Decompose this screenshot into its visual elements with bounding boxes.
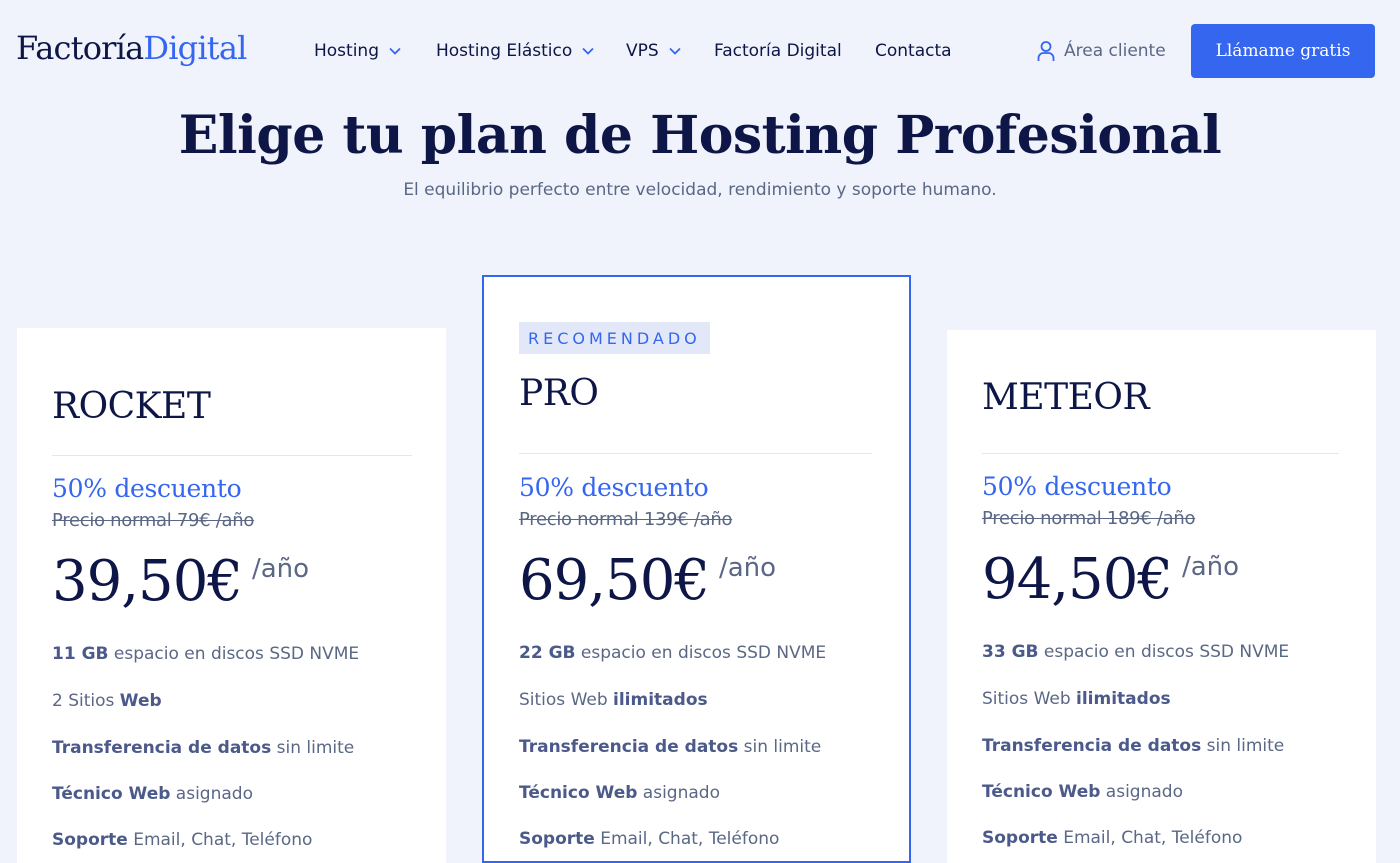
feature-bold: 33 GB: [982, 642, 1039, 662]
nav-item-contacta[interactable]: Contacta: [875, 38, 952, 64]
feature-tecnico: Técnico Web asignado: [519, 781, 720, 805]
logo-part-2: Digital: [143, 29, 247, 67]
feature-soporte: Soporte Email, Chat, Teléfono: [52, 828, 312, 852]
plan-price: 39,50€: [52, 549, 243, 614]
discount-label: 50% descuento: [519, 473, 709, 502]
feature-text: 2 Sitios: [52, 691, 120, 711]
feature-text: espacio en discos SSD NVME: [108, 644, 360, 664]
nav-item-hosting[interactable]: Hosting: [314, 38, 402, 64]
feature-text: espacio en discos SSD NVME: [1038, 642, 1290, 662]
feature-bold: ilimitados: [1076, 689, 1171, 709]
feature-bold: Transferencia de datos: [52, 738, 272, 758]
feature-bold: Técnico Web: [519, 783, 638, 803]
feature-bold: Técnico Web: [52, 784, 171, 804]
feature-text: espacio en discos SSD NVME: [575, 643, 827, 663]
feature-bold: Técnico Web: [982, 782, 1101, 802]
feature-tecnico: Técnico Web asignado: [982, 780, 1183, 804]
feature-bold: Soporte: [982, 828, 1058, 848]
divider: [519, 453, 872, 454]
discount-label: 50% descuento: [982, 472, 1172, 501]
feature-text: Email, Chat, Teléfono: [1057, 828, 1243, 848]
nav-item-factoria-digital[interactable]: Factoría Digital: [714, 38, 842, 64]
nav-item-label: Hosting: [314, 41, 379, 61]
plan-name: PRO: [519, 373, 599, 414]
plan-price: 69,50€: [519, 548, 710, 613]
feature-text: Sitios Web: [519, 690, 614, 710]
feature-text: Email, Chat, Teléfono: [127, 830, 313, 850]
logo[interactable]: FactoríaDigital: [16, 28, 247, 68]
feature-storage: 22 GB espacio en discos SSD NVME: [519, 641, 826, 665]
feature-text: sin limite: [271, 738, 355, 758]
recommended-badge: RECOMENDADO: [519, 322, 710, 354]
normal-price: Precio normal 189€ /año: [982, 508, 1196, 529]
feature-bold: ilimitados: [613, 690, 708, 710]
llamame-gratis-button[interactable]: Llámame gratis: [1191, 24, 1375, 78]
feature-soporte: Soporte Email, Chat, Teléfono: [982, 826, 1242, 850]
user-icon: [1037, 41, 1055, 61]
feature-transfer: Transferencia de datos sin limite: [52, 736, 354, 760]
feature-bold: Soporte: [52, 830, 128, 850]
price-period: /año: [1181, 552, 1240, 582]
feature-text: sin limite: [738, 737, 822, 757]
nav-item-label: Hosting Elástico: [436, 41, 573, 61]
price-period: /año: [251, 554, 310, 584]
feature-bold: Soporte: [519, 829, 595, 849]
feature-bold: 22 GB: [519, 643, 576, 663]
feature-text: Sitios Web: [982, 689, 1077, 709]
feature-soporte: Soporte Email, Chat, Teléfono: [519, 827, 779, 851]
chevron-down-icon: [389, 47, 401, 55]
plan-price: 94,50€: [982, 547, 1173, 612]
page-subtitle: El equilibrio perfecto entre velocidad, …: [403, 180, 997, 200]
logo-part-1: Factoría: [16, 29, 144, 67]
feature-bold: Web: [119, 691, 162, 711]
feature-transfer: Transferencia de datos sin limite: [519, 735, 821, 759]
price-row: 94,50€ /año: [982, 548, 1239, 612]
nav-item-label: Contacta: [875, 41, 952, 61]
feature-text: sin limite: [1201, 736, 1285, 756]
feature-text: Email, Chat, Teléfono: [594, 829, 780, 849]
normal-price: Precio normal 79€ /año: [52, 510, 255, 531]
nav-item-hosting-elastico[interactable]: Hosting Elástico: [436, 38, 595, 64]
area-cliente-link[interactable]: Área cliente: [1036, 38, 1166, 64]
plan-card-rocket: ROCKET 50% descuento Precio normal 79€ /…: [17, 328, 446, 863]
normal-price: Precio normal 139€ /año: [519, 509, 733, 530]
feature-bold: 11 GB: [52, 644, 109, 664]
divider: [52, 455, 412, 456]
feature-text: asignado: [637, 783, 720, 803]
divider: [982, 453, 1339, 454]
feature-transfer: Transferencia de datos sin limite: [982, 734, 1284, 758]
plan-card-meteor: METEOR 50% descuento Precio normal 189€ …: [947, 330, 1376, 863]
discount-label: 50% descuento: [52, 474, 242, 503]
site-header: FactoríaDigital Hosting Hosting Elástico…: [0, 0, 1400, 100]
nav-item-label: VPS: [626, 41, 659, 61]
plan-name: METEOR: [982, 377, 1150, 418]
feature-tecnico: Técnico Web asignado: [52, 782, 253, 806]
chevron-down-icon: [669, 47, 681, 55]
price-row: 69,50€ /año: [519, 549, 776, 613]
feature-text: asignado: [1100, 782, 1183, 802]
feature-text: asignado: [170, 784, 253, 804]
price-period: /año: [718, 553, 777, 583]
feature-storage: 11 GB espacio en discos SSD NVME: [52, 642, 359, 666]
chevron-down-icon: [582, 47, 594, 55]
price-row: 39,50€ /año: [52, 550, 309, 614]
plan-card-pro: RECOMENDADO PRO 50% descuento Precio nor…: [482, 275, 911, 863]
page-title: Elige tu plan de Hosting Profesional: [178, 105, 1222, 166]
feature-bold: Transferencia de datos: [982, 736, 1202, 756]
feature-storage: 33 GB espacio en discos SSD NVME: [982, 640, 1289, 664]
feature-sites: Sitios Web ilimitados: [519, 688, 708, 712]
plan-name: ROCKET: [52, 386, 211, 427]
feature-sites: Sitios Web ilimitados: [982, 687, 1171, 711]
area-cliente-label: Área cliente: [1064, 41, 1166, 61]
feature-sites: 2 Sitios Web: [52, 689, 162, 713]
nav-item-label: Factoría Digital: [714, 41, 842, 61]
feature-bold: Transferencia de datos: [519, 737, 739, 757]
nav-item-vps[interactable]: VPS: [626, 38, 682, 64]
